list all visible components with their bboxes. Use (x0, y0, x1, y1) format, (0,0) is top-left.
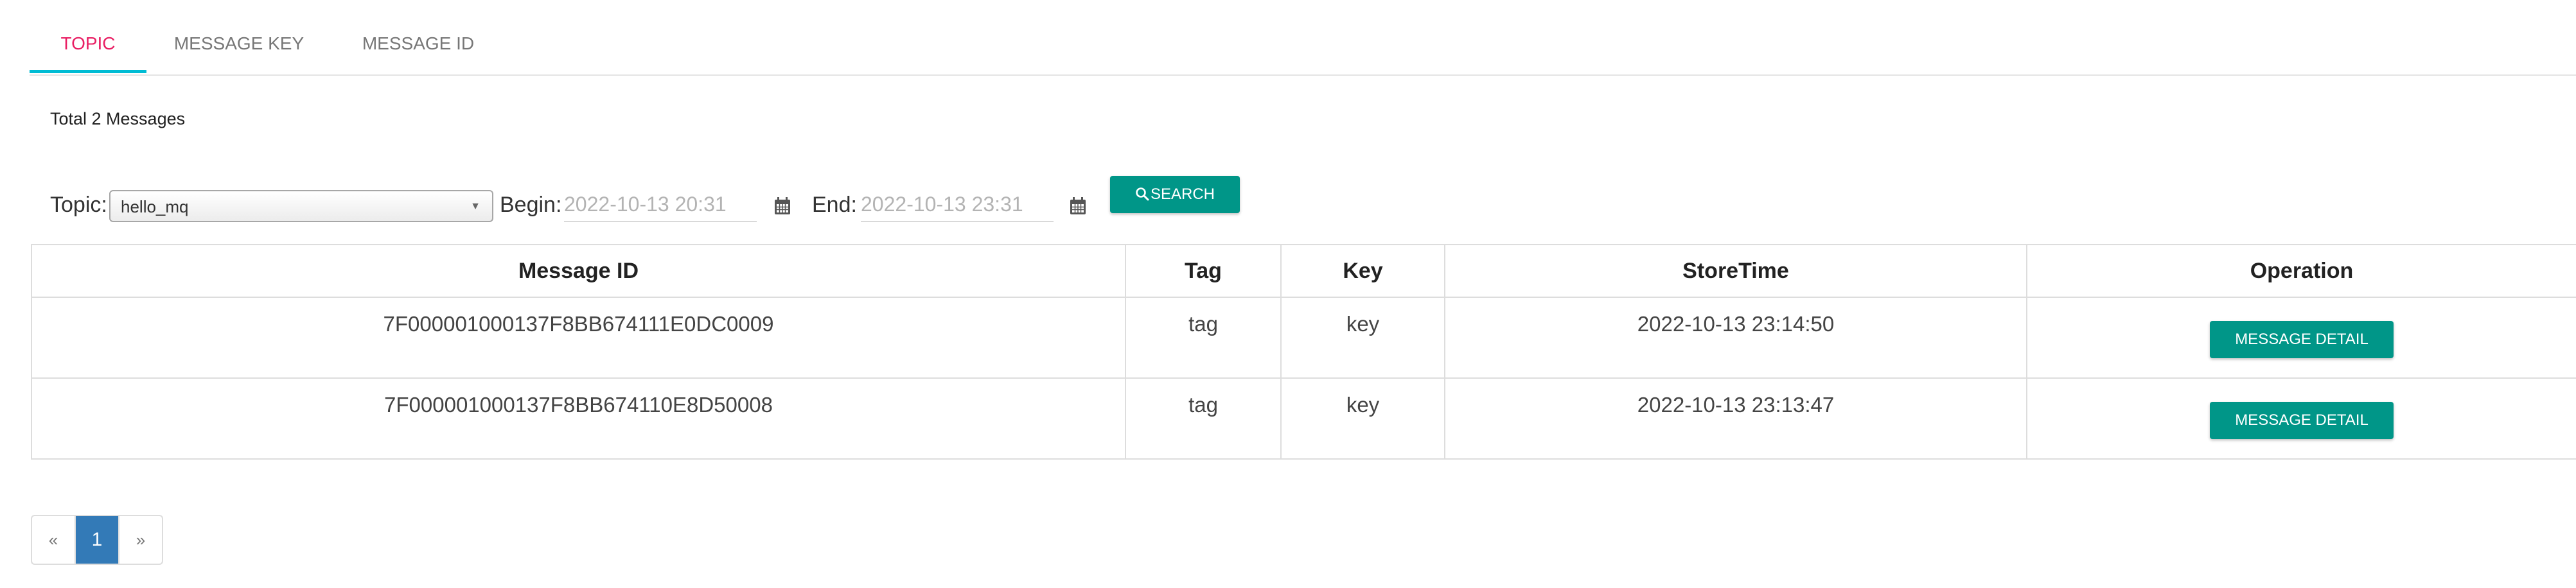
begin-date-input[interactable]: 2022-10-13 20:31 (564, 187, 757, 222)
tab-topic[interactable]: TOPIC (30, 0, 146, 73)
topic-select-value: hello_mq (121, 197, 189, 216)
message-id-cell: 7F000001000137F8BB674111E0DC0009 (31, 297, 1126, 379)
pagination: « 1 » (31, 515, 163, 565)
total-messages-text: Total 2 Messages (50, 109, 186, 128)
key-cell: key (1280, 377, 1445, 460)
search-icon (1136, 187, 1149, 201)
pagination-page-1[interactable]: 1 (76, 516, 118, 564)
column-header-tag: Tag (1125, 244, 1282, 298)
column-header-message-id: Message ID (31, 244, 1126, 298)
calendar-icon[interactable] (1069, 196, 1087, 216)
pagination-prev-button[interactable]: « (32, 516, 76, 564)
table-row: 7F000001000137F8BB674111E0DC0009 tag key… (31, 297, 2576, 379)
search-form: Topic: hello_mq ▼ Begin: 2022-10-13 20:3… (0, 167, 2576, 238)
dropdown-caret-icon: ▼ (470, 201, 481, 212)
tab-message-id[interactable]: MESSAGE ID (331, 0, 505, 73)
operation-cell: MESSAGE DETAIL (2026, 297, 2576, 379)
key-cell: key (1280, 297, 1445, 379)
tab-bar: TOPIC MESSAGE KEY MESSAGE ID (30, 0, 2576, 76)
topic-select[interactable]: hello_mq ▼ (109, 190, 493, 222)
messages-table: Message ID Tag Key StoreTime Operation 7… (31, 244, 2576, 460)
end-label: End: (812, 193, 857, 217)
search-button[interactable]: SEARCH (1110, 176, 1240, 213)
tag-cell: tag (1125, 377, 1282, 460)
column-header-operation: Operation (2026, 244, 2576, 298)
search-button-label: SEARCH (1150, 186, 1215, 203)
tag-cell: tag (1125, 297, 1282, 379)
message-id-cell: 7F000001000137F8BB674110E8D50008 (31, 377, 1126, 460)
tab-message-key[interactable]: MESSAGE KEY (146, 0, 331, 73)
topic-label: Topic: (50, 193, 107, 217)
store-time-cell: 2022-10-13 23:14:50 (1444, 297, 2027, 379)
table-header-row: Message ID Tag Key StoreTime Operation (31, 244, 2576, 298)
end-date-input[interactable]: 2022-10-13 23:31 (861, 187, 1054, 222)
calendar-icon[interactable] (773, 196, 791, 216)
table-row: 7F000001000137F8BB674110E8D50008 tag key… (31, 377, 2576, 460)
begin-label: Begin: (500, 193, 562, 217)
column-header-key: Key (1280, 244, 1445, 298)
message-detail-button[interactable]: MESSAGE DETAIL (2210, 321, 2394, 358)
store-time-cell: 2022-10-13 23:13:47 (1444, 377, 2027, 460)
column-header-store-time: StoreTime (1444, 244, 2027, 298)
pagination-next-button[interactable]: » (118, 516, 162, 564)
message-detail-button[interactable]: MESSAGE DETAIL (2210, 402, 2394, 439)
operation-cell: MESSAGE DETAIL (2026, 377, 2576, 460)
